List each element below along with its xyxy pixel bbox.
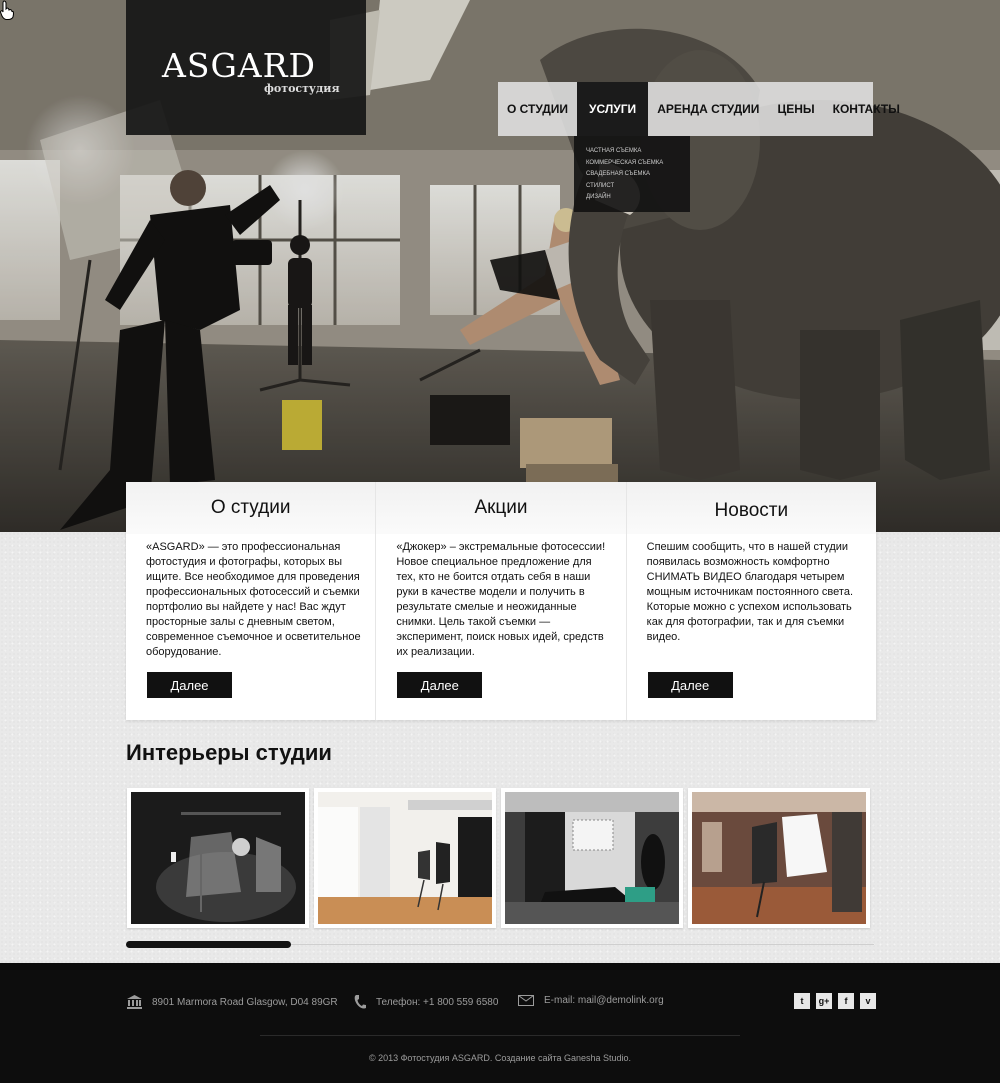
hero-image: ASGARD фотостудия О СТУДИИ УСЛУГИ АРЕНДА… — [0, 0, 1000, 532]
gallery-thumb[interactable] — [314, 788, 496, 928]
nav-item-contacts[interactable]: КОНТАКТЫ — [824, 82, 909, 136]
footer-address-text: 8901 Marmora Road Glasgow, D04 89GR — [152, 996, 338, 1008]
footer: 8901 Marmora Road Glasgow, D04 89GR Теле… — [0, 963, 1000, 1083]
facebook-icon[interactable]: f — [838, 993, 854, 1009]
nav-item-about[interactable]: О СТУДИИ — [498, 82, 577, 136]
box-news: Новости Спешим сообщить, что в нашей сту… — [626, 482, 876, 720]
box-title: Новости — [626, 482, 876, 534]
footer-email-text[interactable]: E-mail: mail@demolink.org — [544, 995, 664, 1006]
dropdown-item-commercial[interactable]: КОММЕРЧЕСКАЯ СЪЕМКА — [586, 158, 678, 170]
gallery-thumb[interactable] — [127, 788, 309, 928]
gallery-thumb[interactable] — [688, 788, 870, 928]
footer-copyright: © 2013 Фотостудия ASGARD. Создание сайта… — [368, 1053, 632, 1063]
studio-photo — [131, 792, 305, 924]
twitter-icon[interactable]: t — [794, 993, 810, 1009]
nav-item-rent[interactable]: АРЕНДА СТУДИИ — [648, 82, 768, 136]
box-about: О студии «ASGARD» — это профессиональная… — [126, 482, 377, 720]
mail-icon — [518, 995, 534, 1006]
phone-icon — [354, 995, 366, 1009]
footer-email[interactable]: E-mail: mail@demolink.org — [518, 995, 664, 1006]
dropdown-item-private[interactable]: ЧАСТНАЯ СЪЕМКА — [586, 146, 678, 158]
more-button[interactable]: Далее — [397, 672, 483, 698]
dropdown-item-design[interactable]: ДИЗАЙН — [586, 192, 678, 204]
box-text: «ASGARD» — это профессиональная фотостуд… — [146, 541, 361, 658]
studio-photo — [692, 792, 866, 924]
box-promotions: Акции «Джокер» – экстремальные фотосесси… — [376, 482, 627, 720]
google-plus-icon[interactable]: g+ — [816, 993, 832, 1009]
logo-subtitle: фотостудия — [264, 82, 340, 95]
main-nav: О СТУДИИ УСЛУГИ АРЕНДА СТУДИИ ЦЕНЫ КОНТА… — [498, 82, 900, 136]
gallery-thumb[interactable] — [501, 788, 683, 928]
footer-address: 8901 Marmora Road Glasgow, D04 89GR — [127, 995, 338, 1009]
box-title: Акции — [376, 482, 626, 534]
services-dropdown: ЧАСТНАЯ СЪЕМКА КОММЕРЧЕСКАЯ СЪЕМКА СВАДЕ… — [574, 136, 690, 212]
studio-photo — [505, 792, 679, 924]
gallery-scroll-handle[interactable] — [126, 941, 291, 948]
nav-item-prices[interactable]: ЦЕНЫ — [768, 82, 823, 136]
studio-photo — [318, 792, 492, 924]
logo-title: ASGARD — [162, 46, 316, 85]
building-icon — [127, 995, 142, 1009]
footer-phone-text: Телефон: +1 800 559 6580 — [376, 996, 499, 1008]
hand-cursor-icon — [0, 0, 14, 20]
box-title: О студии — [126, 482, 376, 534]
dropdown-item-stylist[interactable]: СТИЛИСТ — [586, 181, 678, 193]
gallery-title: Интерьеры студии — [126, 740, 332, 765]
more-button[interactable]: Далее — [647, 672, 733, 698]
box-text: Спешим сообщить, что в нашей студии появ… — [646, 541, 853, 643]
dropdown-item-wedding[interactable]: СВАДЕБНАЯ СЪЕМКА — [586, 169, 678, 181]
vimeo-icon[interactable]: v — [860, 993, 876, 1009]
box-text: «Джокер» – экстремальные фотосессии! Нов… — [396, 541, 606, 658]
footer-divider — [260, 1035, 740, 1036]
footer-phone: Телефон: +1 800 559 6580 — [354, 995, 498, 1009]
logo-box[interactable]: ASGARD фотостудия — [126, 0, 366, 135]
info-boxes: О студии «ASGARD» — это профессиональная… — [126, 482, 876, 720]
more-button[interactable]: Далее — [147, 672, 232, 698]
nav-item-services[interactable]: УСЛУГИ — [577, 82, 649, 136]
